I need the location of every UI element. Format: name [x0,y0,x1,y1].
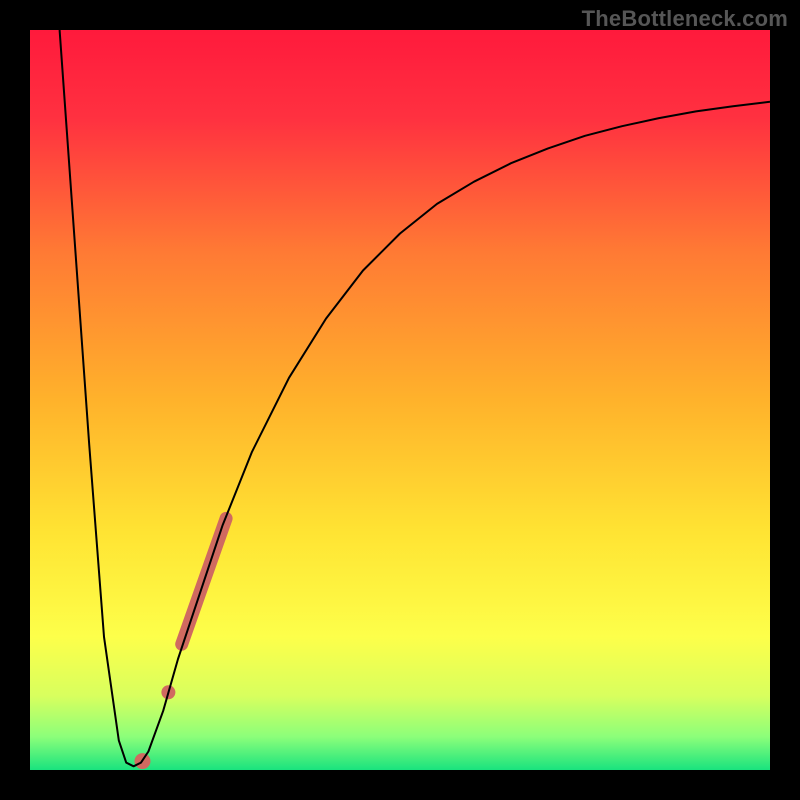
chart-svg [30,30,770,770]
watermark-text: TheBottleneck.com [582,6,788,32]
chart-frame: TheBottleneck.com [0,0,800,800]
gradient-background [30,30,770,770]
plot-area [30,30,770,770]
